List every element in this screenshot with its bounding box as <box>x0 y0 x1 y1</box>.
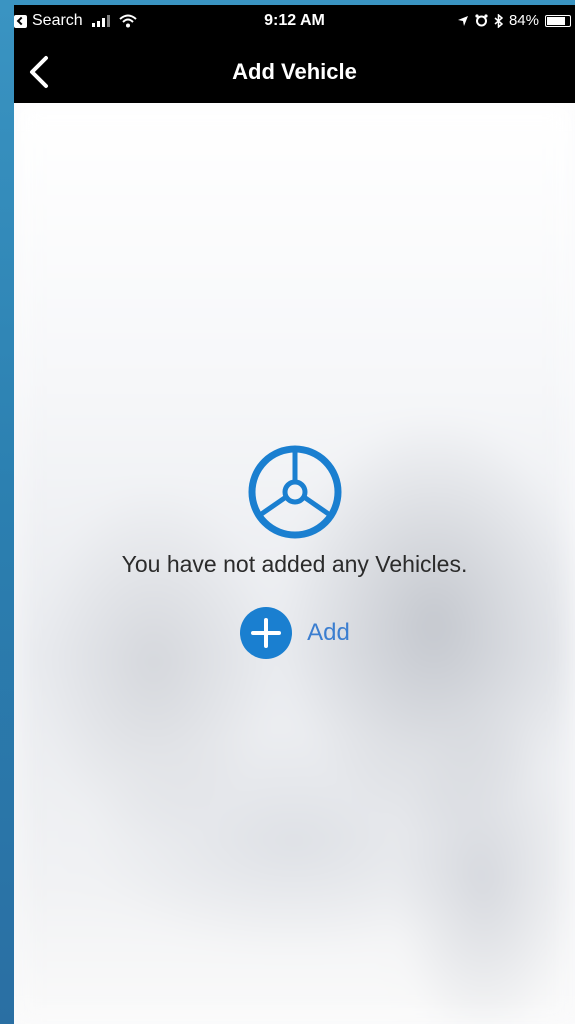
phone-screen: Search 9:12 AM 84% Add Vehicle You have … <box>14 5 575 1024</box>
main-content: You have not added any Vehicles. Add <box>14 103 575 1024</box>
empty-message: You have not added any Vehicles. <box>121 551 468 577</box>
location-icon <box>457 15 468 26</box>
plus-circle-icon[interactable] <box>239 606 293 660</box>
add-vehicle-button[interactable]: Add <box>239 606 350 660</box>
status-bar: Search 9:12 AM 84% <box>14 5 575 41</box>
battery-fill <box>547 16 566 25</box>
battery-icon <box>545 14 571 27</box>
bluetooth-icon <box>494 13 503 28</box>
nav-bar: Add Vehicle <box>14 41 575 103</box>
battery-percent: 84% <box>508 12 539 29</box>
slide-background-left <box>0 0 14 1024</box>
status-right: 84% <box>457 12 571 29</box>
page-title: Add Vehicle <box>232 59 357 84</box>
empty-state: You have not added any Vehicles. Add <box>14 443 575 665</box>
add-label[interactable]: Add <box>307 619 350 647</box>
steering-wheel-icon <box>248 445 341 539</box>
alarm-icon <box>475 14 488 27</box>
